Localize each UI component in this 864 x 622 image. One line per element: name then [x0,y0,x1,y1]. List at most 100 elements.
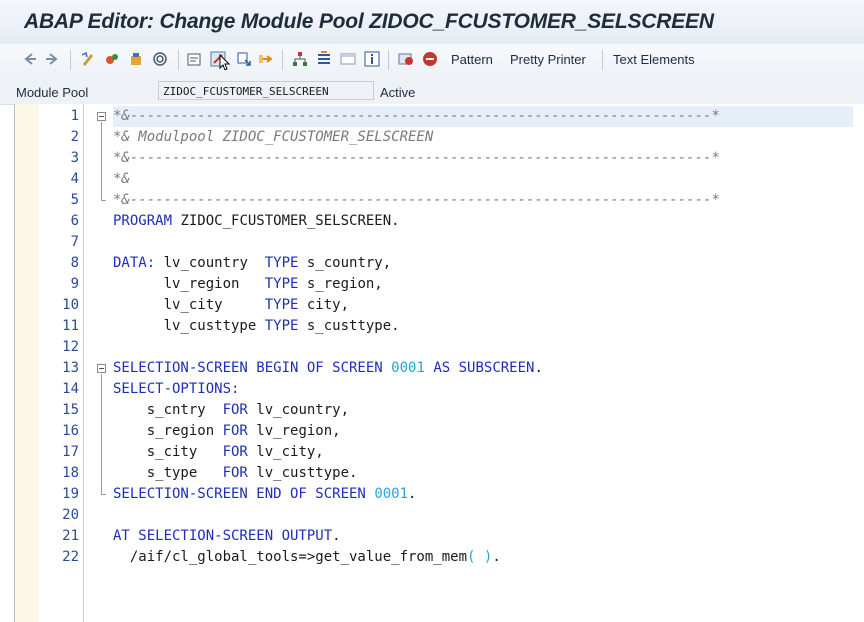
activate-icon[interactable] [128,51,144,67]
bookmark-gutter[interactable] [15,104,40,622]
code-token: s_city [113,444,223,460]
fold-toggle-selection-screen[interactable] [97,364,106,373]
object-header: Module Pool ZIDOC_FCUSTOMER_SELSCREEN Ac… [0,76,864,105]
code-editor[interactable]: 1 2 3 4 5 6 7 8 9 10 11 12 13 14 15 16 17 18 19 20 21 22 *&--… [14,104,864,622]
code-token: lv_country [155,255,265,271]
code-token: s_type [113,465,223,481]
toolbar-separator [282,50,283,70]
fold-guide-end [101,494,106,495]
code-line[interactable]: lv_custtype TYPE s_custtype. [113,316,853,337]
line-number: 6 [70,213,79,229]
code-line[interactable]: lv_region TYPE s_region, [113,274,853,295]
code-line[interactable] [113,232,853,253]
session-breakpoint-icon[interactable] [422,51,438,67]
code-token: s_region, [298,276,383,292]
line-number: 1 [70,108,79,124]
code-token: . [492,549,501,565]
code-line[interactable]: SELECTION-SCREEN END OF SCREEN 0001. [113,484,853,505]
code-token: ( ) [467,549,493,565]
code-line[interactable]: DATA: lv_country TYPE s_country, [113,253,853,274]
code-line[interactable] [113,505,853,526]
hierarchy-icon[interactable] [292,51,308,67]
line-number: 4 [70,171,79,187]
code-token: *&--------------------------------------… [113,108,720,124]
breakpoint-icon[interactable] [398,51,414,67]
code-line[interactable]: s_city FOR lv_city, [113,442,853,463]
toolbar-separator [602,50,603,70]
code-line[interactable]: s_region FOR lv_region, [113,421,853,442]
code-line[interactable]: s_type FOR lv_custtype. [113,463,853,484]
display-change-icon[interactable] [80,51,96,67]
line-number: 15 [62,402,79,418]
line-number: 12 [62,339,79,355]
text-elements-button[interactable]: Text Elements [613,50,695,70]
code-line[interactable]: lv_city TYPE city, [113,295,853,316]
code-token: TYPE [264,255,299,271]
code-line[interactable]: *& [113,169,853,190]
code-line[interactable]: *& Modulpool ZIDOC_FCUSTOMER_SELSCREEN [113,127,853,148]
code-token: *& [113,171,130,187]
object-status: Active [380,85,416,100]
code-line[interactable]: SELECT-OPTIONS: [113,379,853,400]
title-bar: ABAP Editor: Change Module Pool ZIDOC_FC… [0,0,864,45]
code-line[interactable]: *&--------------------------------------… [113,148,853,169]
code-token: DATA: [113,255,156,271]
line-number: 14 [62,381,79,397]
line-number: 16 [62,423,79,439]
code-token: TYPE [264,297,299,313]
code-token: AS SUBSCREEN [433,360,535,376]
code-token: *&--------------------------------------… [113,150,720,166]
line-number: 3 [70,150,79,166]
code-line[interactable]: SELECTION-SCREEN BEGIN OF SCREEN 0001 AS… [113,358,853,379]
code-token: FOR [222,402,248,418]
line-number: 10 [62,297,79,313]
line-number: 22 [62,549,79,565]
fold-guide-end [101,200,106,201]
object-name-field: ZIDOC_FCUSTOMER_SELSCREEN [158,81,374,100]
code-line[interactable]: *&--------------------------------------… [113,106,853,127]
code-token: *& Modulpool ZIDOC_FCUSTOMER_SELSCREEN [113,129,434,145]
pattern-button[interactable]: Pattern [451,50,493,70]
other-object-icon[interactable] [104,51,120,67]
fold-toggle-comment-block[interactable] [97,112,106,121]
forward-arrow-icon[interactable] [44,51,60,67]
test-icon[interactable] [186,51,202,67]
line-number: 17 [62,444,79,460]
line-number: 11 [62,318,79,334]
line-number: 5 [70,192,79,208]
code-area[interactable]: *&--------------------------------------… [113,106,853,568]
line-number: 20 [62,507,79,523]
code-token: . [408,486,417,502]
code-token: FOR [222,465,248,481]
info-icon[interactable] [364,51,380,67]
code-line[interactable]: *&--------------------------------------… [113,190,853,211]
code-line[interactable]: /aif/cl_global_tools=>get_value_from_mem… [113,547,853,568]
line-number: 8 [70,255,79,271]
code-token: ZIDOC_FCUSTOMER_SELSCREEN. [172,213,400,229]
back-arrow-icon[interactable] [22,51,38,67]
code-line[interactable]: PROGRAM ZIDOC_FCUSTOMER_SELSCREEN. [113,211,853,232]
window-icon[interactable] [340,51,356,67]
fold-guide [101,122,102,200]
code-line[interactable]: s_cntry FOR lv_country, [113,400,853,421]
toolbar-separator [388,50,389,70]
code-token: SELECT-OPTIONS: [113,381,240,397]
where-used-icon[interactable] [152,51,168,67]
code-token: lv_city, [247,444,324,460]
code-token: TYPE [264,318,299,334]
line-number: 21 [62,528,79,544]
stack-icon[interactable] [316,51,332,67]
code-token: lv_city [113,297,265,313]
code-token: lv_country, [247,402,350,418]
window-title: ABAP Editor: Change Module Pool ZIDOC_FC… [24,10,714,33]
navigation-icon[interactable] [258,51,274,67]
code-token: city, [298,297,350,313]
pretty-printer-button[interactable]: Pretty Printer [510,50,586,70]
code-line[interactable]: AT SELECTION-SCREEN OUTPUT. [113,526,853,547]
code-token: s_region [113,423,223,439]
line-number: 18 [62,465,79,481]
application-toolbar: Pattern Pretty Printer Text Elements [0,44,864,77]
code-token: AT SELECTION-SCREEN OUTPUT [113,528,333,544]
move-icon[interactable] [236,51,252,67]
code-line[interactable] [113,337,853,358]
